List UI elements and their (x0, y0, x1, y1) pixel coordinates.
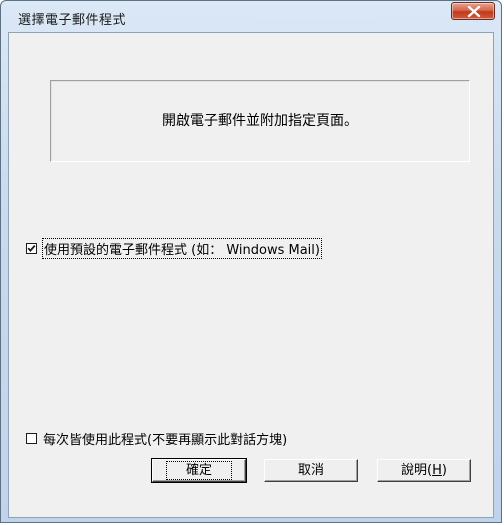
check-icon (27, 245, 36, 252)
help-label-prefix: 說明( (401, 463, 433, 478)
always-use-option[interactable]: 每次皆使用此程式(不要再顯示此對話方塊) (26, 429, 287, 448)
ok-button[interactable]: 確定 (151, 458, 247, 483)
cancel-button-label: 取消 (297, 463, 324, 478)
help-label-suffix: ) (441, 463, 447, 478)
close-button[interactable] (451, 2, 495, 20)
info-text: 開啟電子郵件並附加指定頁面。 (162, 113, 358, 129)
ok-button-label: 確定 (165, 461, 233, 480)
info-panel: 開啟電子郵件並附加指定頁面。 (50, 80, 470, 162)
title-bar[interactable]: 選擇電子郵件程式 (1, 1, 501, 31)
dialog-client-area: 開啟電子郵件並附加指定頁面。 使用預設的電子郵件程式 (如： Windows M… (8, 32, 494, 518)
use-default-label[interactable]: 使用預設的電子郵件程式 (如： Windows Mail) (42, 238, 322, 259)
help-mnemonic: H (432, 463, 442, 478)
window-title: 選擇電子郵件程式 (18, 13, 127, 28)
always-use-checkbox[interactable] (26, 433, 37, 444)
cancel-button[interactable]: 取消 (264, 459, 358, 482)
help-button-label: 說明(H) (401, 460, 447, 481)
dialog-window: 選擇電子郵件程式 開啟電子郵件並附加指定頁面。 使用預設的電子郵件程式 (如： … (0, 0, 502, 523)
use-default-option[interactable]: 使用預設的電子郵件程式 (如： Windows Mail) (26, 238, 322, 259)
help-button[interactable]: 說明(H) (377, 459, 471, 482)
close-icon (467, 6, 481, 17)
use-default-checkbox[interactable] (26, 243, 37, 254)
always-use-label[interactable]: 每次皆使用此程式(不要再顯示此對話方塊) (43, 429, 287, 448)
